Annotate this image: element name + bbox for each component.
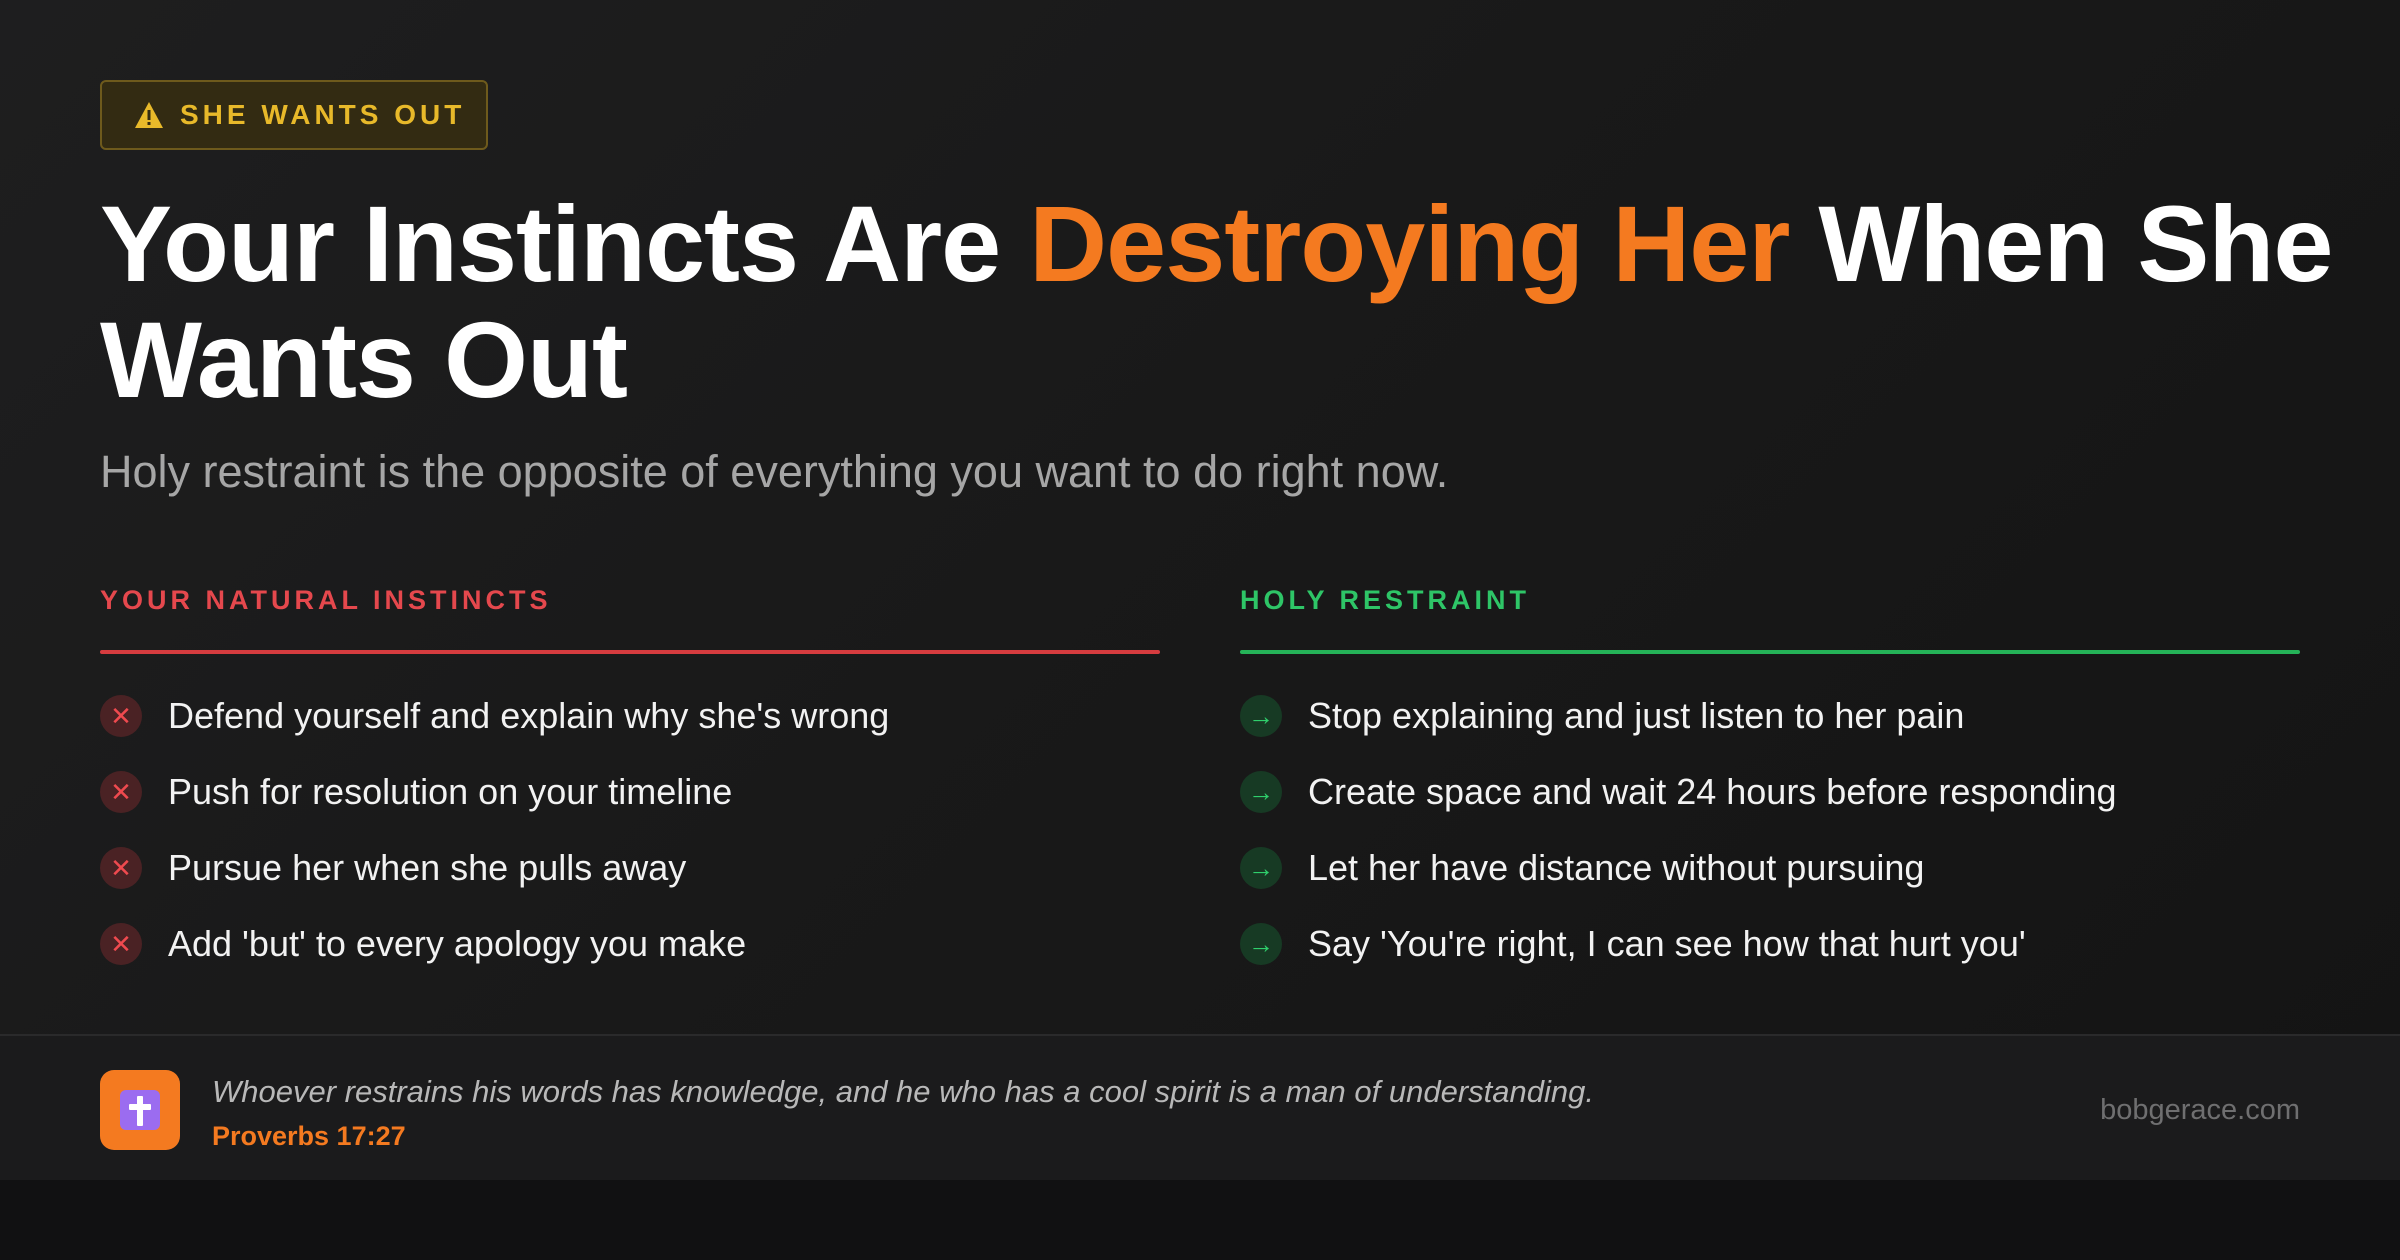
instinct-item: ✕ Push for resolution on your timeline [100,754,1160,830]
instincts-list: ✕ Defend yourself and explain why she's … [100,678,1160,982]
instinct-item: ✕ Pursue her when she pulls away [100,830,1160,906]
x-icon: ✕ [100,695,142,737]
cross-icon-glyph [120,1090,160,1130]
headline: Your Instincts Are Destroying Her When S… [100,186,2340,418]
warning-triangle-icon [135,102,163,128]
restraint-item: → Let her have distance without pursuing [1240,830,2300,906]
badge-label: SHE WANTS OUT [180,99,466,130]
topic-badge: SHE WANTS OUT [100,80,488,150]
instincts-title: YOUR NATURAL INSTINCTS [100,585,552,615]
x-icon: ✕ [100,847,142,889]
restraint-item: → Say 'You're right, I can see how that … [1240,906,2300,982]
instinct-text: Push for resolution on your timeline [168,771,733,812]
headline-accent: Destroying Her [1029,183,1790,304]
site-url[interactable]: bobgerace.com [2100,1092,2300,1128]
restraint-item: → Stop explaining and just listen to her… [1240,678,2300,754]
restraint-text: Stop explaining and just listen to her p… [1308,695,1965,736]
arrow-right-icon: → [1240,847,1282,889]
instinct-item: ✕ Add 'but' to every apology you make [100,906,1160,982]
restraint-title: HOLY RESTRAINT [1240,585,1531,615]
x-icon: ✕ [100,923,142,965]
instincts-divider [100,650,1160,654]
restraint-list: → Stop explaining and just listen to her… [1240,678,2300,982]
arrow-right-icon: → [1240,771,1282,813]
instinct-text: Defend yourself and explain why she's wr… [168,695,890,736]
instinct-item: ✕ Defend yourself and explain why she's … [100,678,1160,754]
headline-part-1: Your Instincts Are [100,183,1030,304]
scripture-reference: Proverbs 17:27 [212,1121,406,1151]
cross-icon [100,1070,180,1150]
arrow-right-icon: → [1240,695,1282,737]
restraint-text: Create space and wait 24 hours before re… [1308,771,2117,812]
footer: Whoever restrains his words has knowledg… [0,1034,2400,1180]
arrow-right-icon: → [1240,923,1282,965]
x-icon: ✕ [100,771,142,813]
subheadline: Holy restraint is the opposite of everyt… [100,446,1449,497]
post-card: SHE WANTS OUT Your Instincts Are Destroy… [0,0,2400,1180]
instinct-text: Pursue her when she pulls away [168,847,687,888]
instinct-text: Add 'but' to every apology you make [168,923,747,964]
restraint-item: → Create space and wait 24 hours before … [1240,754,2300,830]
restraint-text: Let her have distance without pursuing [1308,847,1925,888]
restraint-divider [1240,650,2300,654]
restraint-text: Say 'You're right, I can see how that hu… [1308,923,2026,964]
instincts-column: YOUR NATURAL INSTINCTS ✕ Defend yourself… [100,582,1160,982]
scripture-quote: Whoever restrains his words has knowledg… [212,1074,1594,1109]
restraint-column: HOLY RESTRAINT → Stop explaining and jus… [1240,582,2300,982]
